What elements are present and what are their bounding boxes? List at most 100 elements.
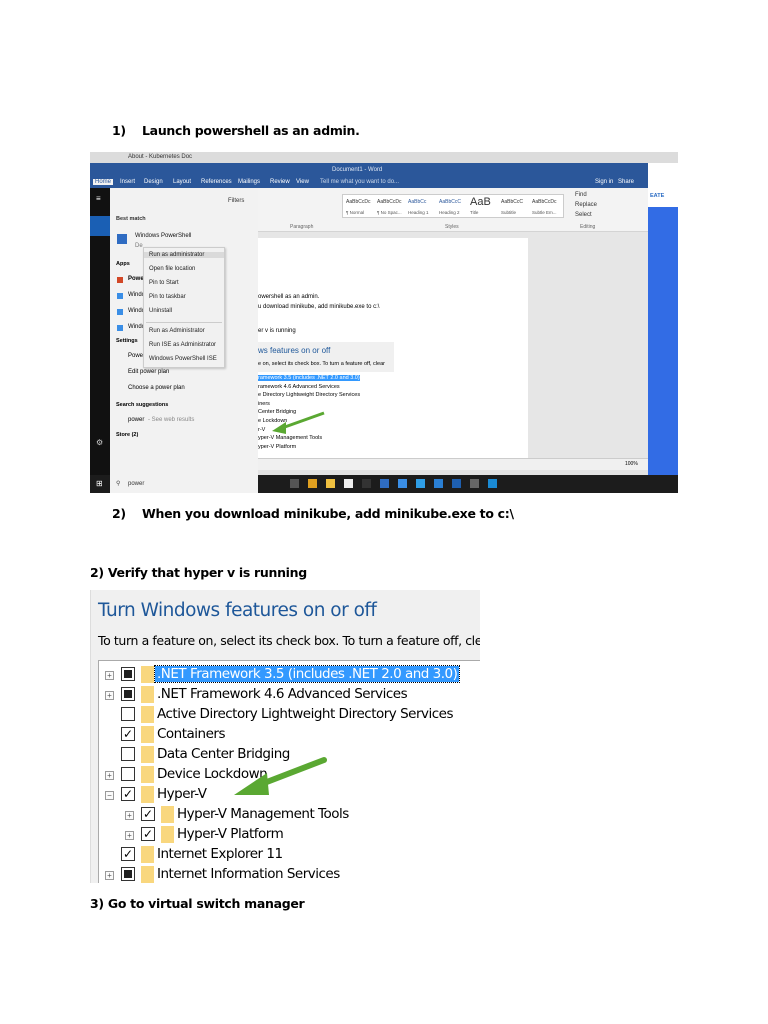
feature-label[interactable]: Active Directory Lightweight Directory S… bbox=[155, 706, 455, 722]
replace-button[interactable]: Replace bbox=[575, 202, 597, 208]
feature-checkbox[interactable]: ✓ bbox=[121, 787, 135, 801]
context-menu-item[interactable]: Run as administrator bbox=[144, 252, 224, 258]
feature-checkbox[interactable] bbox=[121, 687, 135, 701]
style-preview[interactable]: AaB bbox=[470, 196, 491, 208]
expand-toggle-icon[interactable]: + bbox=[125, 831, 134, 840]
feature-row[interactable]: + ✓ Hyper-V Platform bbox=[99, 825, 480, 845]
style-preview[interactable]: AaBbCc bbox=[408, 199, 426, 205]
expand-toggle-icon[interactable]: + bbox=[105, 871, 114, 880]
app-icon[interactable] bbox=[434, 479, 443, 488]
context-menu-item[interactable]: Pin to taskbar bbox=[149, 294, 186, 300]
ribbon-tab-design[interactable]: Design bbox=[144, 179, 163, 185]
menu-icon[interactable]: ≡ bbox=[96, 194, 101, 203]
feature-row[interactable]: ✓ Containers bbox=[99, 725, 480, 745]
taskbar-search-box[interactable]: ⚲ power bbox=[110, 475, 258, 493]
ribbon-tab-layout[interactable]: Layout bbox=[173, 179, 191, 185]
app-icon[interactable] bbox=[398, 479, 407, 488]
windows-start-icon[interactable]: ⊞ bbox=[96, 479, 103, 488]
expand-toggle-icon[interactable]: − bbox=[105, 791, 114, 800]
ribbon-tab-insert[interactable]: Insert bbox=[120, 179, 135, 185]
style-name: ¶ No Spac... bbox=[377, 210, 402, 215]
settings-item[interactable]: Choose a power plan bbox=[128, 385, 185, 391]
feature-checkbox[interactable] bbox=[121, 707, 135, 721]
context-menu-item[interactable]: Run ISE as Administrator bbox=[149, 342, 216, 348]
feature-label[interactable]: .NET Framework 4.6 Advanced Services bbox=[155, 686, 409, 702]
search-input[interactable]: power bbox=[128, 481, 144, 487]
feature-row[interactable]: + .NET Framework 4.6 Advanced Services bbox=[99, 685, 480, 705]
app-result[interactable]: Powe bbox=[128, 276, 144, 282]
feature-row[interactable]: + .NET Framework 3.5 (includes .NET 2.0 a… bbox=[99, 665, 480, 685]
context-menu-item[interactable]: Uninstall bbox=[149, 308, 172, 314]
style-name: Heading 1 bbox=[408, 210, 429, 215]
styles-gallery[interactable]: AaBbCcDc ¶ Normal AaBbCcDc ¶ No Spac... AaBb… bbox=[342, 194, 564, 218]
style-preview[interactable]: AaBbCcDc bbox=[532, 199, 556, 205]
context-menu-item[interactable]: Run as Administrator bbox=[149, 328, 205, 334]
select-button[interactable]: Select bbox=[575, 212, 592, 218]
settings-gear-icon[interactable]: ⚙ bbox=[96, 438, 103, 447]
document-page[interactable]: owershell as an admin. u download miniku… bbox=[258, 238, 528, 468]
feature-checkbox[interactable] bbox=[121, 667, 135, 681]
expand-toggle-icon[interactable]: + bbox=[125, 811, 134, 820]
style-preview[interactable]: AaBbCcDc bbox=[346, 199, 370, 205]
share-button[interactable]: Share bbox=[618, 179, 634, 185]
powershell-icon[interactable] bbox=[380, 479, 389, 488]
home-icon[interactable] bbox=[90, 216, 110, 236]
feature-label[interactable]: Hyper-V Platform bbox=[175, 826, 285, 842]
app-icon[interactable] bbox=[470, 479, 479, 488]
settings-item[interactable]: Powe bbox=[128, 353, 143, 359]
style-preview[interactable]: AaBbCcC bbox=[439, 199, 461, 205]
expand-toggle-icon[interactable]: + bbox=[105, 671, 114, 680]
feature-checkbox[interactable] bbox=[121, 747, 135, 761]
feature-label[interactable]: Internet Information Services bbox=[155, 866, 342, 882]
mail-icon[interactable] bbox=[344, 479, 353, 488]
feature-row[interactable]: + Internet Information Services bbox=[99, 865, 480, 883]
settings-item[interactable]: Edit power plan bbox=[128, 369, 169, 375]
ribbon-tabs: Tell me what you want to do... Sign in S… bbox=[90, 177, 648, 188]
browser-tab[interactable]: About - Kubernetes Doc bbox=[128, 154, 192, 160]
tell-me-box[interactable]: Tell me what you want to do... bbox=[320, 179, 399, 185]
context-menu-item[interactable]: Windows PowerShell ISE bbox=[149, 356, 217, 362]
context-menu-item[interactable]: Pin to Start bbox=[149, 280, 179, 286]
task-view-icon[interactable] bbox=[290, 479, 299, 488]
style-preview[interactable]: AaBbCcDc bbox=[377, 199, 401, 205]
expand-toggle-icon[interactable]: + bbox=[105, 691, 114, 700]
feature-checkbox[interactable]: ✓ bbox=[141, 807, 155, 821]
expand-toggle-icon[interactable]: + bbox=[105, 771, 114, 780]
feature-label[interactable]: Hyper-V Management Tools bbox=[175, 806, 351, 822]
folder-icon bbox=[141, 766, 154, 783]
zoom-level[interactable]: 100% bbox=[625, 461, 638, 467]
ribbon-tab-mailings[interactable]: Mailings bbox=[238, 179, 260, 185]
sign-in-link[interactable]: Sign in bbox=[595, 179, 613, 185]
filters-dropdown[interactable]: Filters bbox=[228, 198, 244, 204]
feature-label[interactable]: Hyper-V bbox=[155, 786, 209, 802]
find-button[interactable]: Find bbox=[575, 192, 587, 198]
file-explorer-icon[interactable] bbox=[326, 479, 335, 488]
inner-features-desc: e on, select its check box. To turn a fe… bbox=[258, 361, 385, 367]
terminal-icon[interactable] bbox=[362, 479, 371, 488]
ribbon-tab-home[interactable]: Home bbox=[93, 179, 114, 185]
web-suggestion[interactable]: power bbox=[128, 417, 144, 423]
feature-label[interactable]: Internet Explorer 11 bbox=[155, 846, 285, 862]
ribbon-tab-review[interactable]: Review bbox=[270, 179, 290, 185]
edge-icon[interactable] bbox=[488, 479, 497, 488]
feature-label[interactable]: .NET Framework 3.5 (includes .NET 2.0 an… bbox=[153, 665, 461, 683]
feature-checkbox[interactable] bbox=[121, 767, 135, 781]
doc-line: u download minikube, add minikube.exe to… bbox=[258, 304, 380, 310]
feature-checkbox[interactable]: ✓ bbox=[121, 727, 135, 741]
folder-icon bbox=[141, 846, 154, 863]
ribbon-tab-view[interactable]: View bbox=[296, 179, 309, 185]
style-preview[interactable]: AaBbCcC bbox=[501, 199, 523, 205]
feature-row[interactable]: Active Directory Lightweight Directory S… bbox=[99, 705, 480, 725]
feature-checkbox[interactable]: ✓ bbox=[141, 827, 155, 841]
feature-checkbox[interactable] bbox=[121, 867, 135, 881]
feature-checkbox[interactable]: ✓ bbox=[121, 847, 135, 861]
app-icon[interactable] bbox=[416, 479, 425, 488]
feature-label[interactable]: Containers bbox=[155, 726, 227, 742]
ribbon-tab-references[interactable]: References bbox=[201, 179, 232, 185]
chrome-icon[interactable] bbox=[308, 479, 317, 488]
best-match-app[interactable]: Windows PowerShell bbox=[135, 233, 191, 239]
feature-row[interactable]: + ✓ Hyper-V Management Tools bbox=[99, 805, 480, 825]
feature-row[interactable]: ✓ Internet Explorer 11 bbox=[99, 845, 480, 865]
context-menu-item[interactable]: Open file location bbox=[149, 266, 195, 272]
app-icon[interactable] bbox=[452, 479, 461, 488]
